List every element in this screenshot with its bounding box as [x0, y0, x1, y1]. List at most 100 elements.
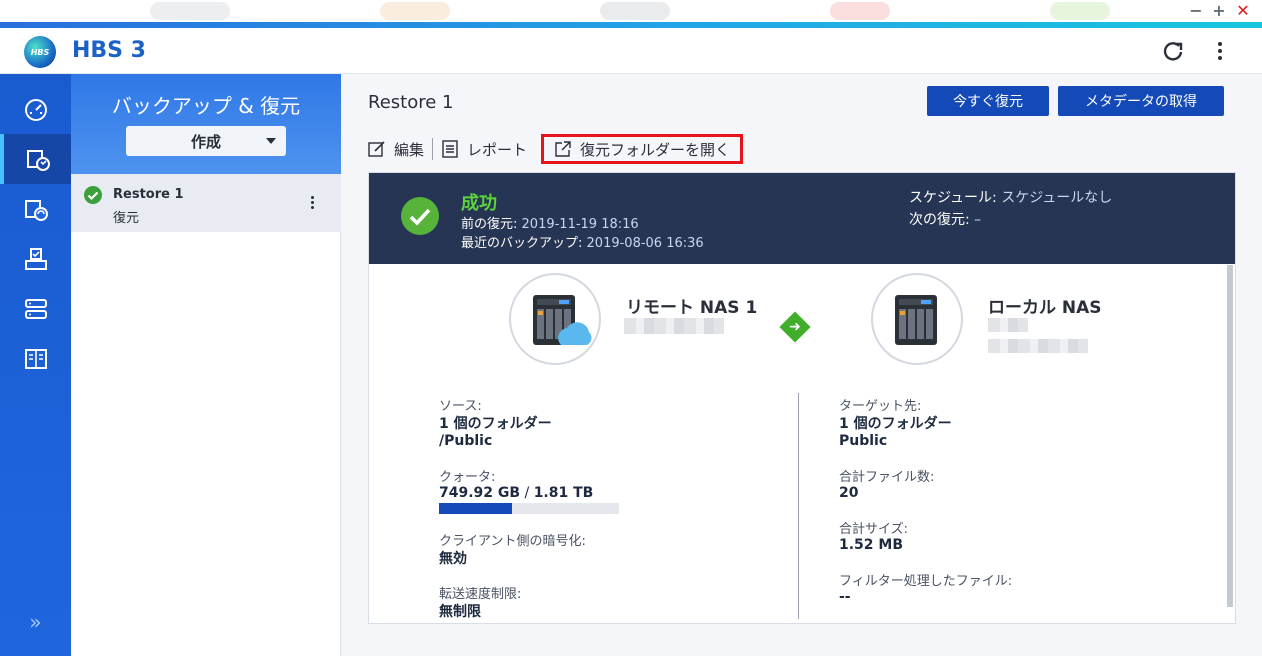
- rail-sync[interactable]: [0, 184, 71, 234]
- quota-value: 749.92 GB / 1.81 TB: [439, 485, 593, 501]
- job-list-panel: バックアップ & 復元 作成 Restore 1 復元: [71, 74, 341, 656]
- sync-icon: [24, 200, 48, 221]
- edit-label: 編集: [394, 140, 425, 159]
- schedule-label: スケジュール:: [909, 190, 997, 206]
- logo-text: HBS: [30, 47, 50, 57]
- next-restore-value: –: [974, 212, 982, 228]
- job-name: Restore 1: [113, 187, 184, 202]
- close-button[interactable]: ✕: [1234, 2, 1252, 20]
- app-header: HBS HBS 3: [0, 28, 1262, 74]
- blurred-background: [380, 2, 450, 20]
- column-divider: [798, 393, 799, 619]
- speed-limit-value: 無制限: [439, 604, 481, 620]
- success-check-icon: [84, 186, 102, 204]
- dashboard-icon: [24, 99, 47, 121]
- blurred-background: [1050, 2, 1110, 20]
- maximize-button[interactable]: +: [1210, 2, 1228, 20]
- previous-restore-value: 2019-11-19 18:16: [521, 217, 639, 232]
- nav-rail: »: [0, 74, 71, 656]
- remote-nas-icon: [509, 273, 601, 365]
- job-list-header: バックアップ & 復元 作成: [71, 74, 341, 174]
- page-title: Restore 1: [368, 92, 454, 113]
- quota-separator: /: [520, 485, 534, 501]
- create-label: 作成: [190, 132, 221, 151]
- target-nas-name: ローカル NAS: [988, 298, 1102, 318]
- open-folder-label: 復元フォルダーを開く: [580, 140, 731, 159]
- rail-backup-versions[interactable]: [0, 234, 71, 284]
- more-menu-icon[interactable]: [1210, 38, 1230, 64]
- storage-spaces-icon: [24, 299, 47, 319]
- next-restore-label: 次の復元:: [909, 212, 970, 228]
- report-button[interactable]: レポート: [433, 134, 535, 164]
- status-result: 成功: [461, 193, 497, 214]
- restore-now-button[interactable]: 今すぐ復元: [927, 86, 1049, 116]
- chevron-down-icon: [266, 138, 276, 144]
- filtered-files-value: --: [839, 589, 851, 605]
- report-label: レポート: [467, 140, 528, 159]
- target-label: ターゲット先:: [839, 399, 922, 414]
- scrollbar[interactable]: [1227, 265, 1233, 607]
- job-toolbar: 編集 レポート 復元フォルダーを開く: [368, 134, 744, 164]
- rail-dashboard[interactable]: [0, 84, 71, 134]
- source-folder-count: 1 個のフォルダー: [439, 416, 552, 432]
- external-link-icon: [555, 141, 571, 157]
- total-size-value: 1.52 MB: [839, 537, 904, 553]
- source-label: ソース:: [439, 399, 482, 414]
- panel-title: バックアップ & 復元: [111, 94, 301, 118]
- job-more-icon[interactable]: [309, 196, 315, 212]
- job-list-item[interactable]: Restore 1 復元: [71, 174, 341, 232]
- fetch-metadata-button[interactable]: メタデータの取得: [1058, 86, 1224, 116]
- speed-limit-label: 転送速度制限:: [439, 587, 522, 602]
- next-restore: 次の復元: –: [909, 209, 981, 229]
- file-count-label: 合計ファイル数:: [839, 470, 935, 485]
- previous-restore-label: 前の復元:: [461, 217, 518, 232]
- quota-used: 749.92 GB: [439, 485, 521, 501]
- schedule: スケジュール: スケジュールなし: [909, 187, 1112, 207]
- previous-restore: 前の復元: 2019-11-19 18:16: [461, 213, 639, 232]
- rail-storage-spaces[interactable]: [0, 284, 71, 334]
- services-icon: [24, 349, 47, 369]
- hbs-logo-icon: HBS: [24, 36, 56, 68]
- status-band: 成功 前の復元: 2019-11-19 18:16 最近のバックアップ: 201…: [369, 173, 1235, 264]
- encryption-value: 無効: [439, 551, 467, 567]
- redacted-address: [624, 318, 724, 334]
- window-titlebar: − + ✕: [0, 0, 1262, 22]
- redacted-name: [988, 318, 1028, 332]
- last-backup-value: 2019-08-06 16:36: [586, 236, 704, 251]
- redacted-address: [988, 339, 1088, 353]
- quota-total: 1.81 TB: [533, 485, 594, 501]
- blurred-background: [600, 2, 670, 20]
- quota-progress-bar: [439, 503, 619, 514]
- job-summary-card: 成功 前の復元: 2019-11-19 18:16 最近のバックアップ: 201…: [368, 172, 1236, 624]
- minimize-button[interactable]: −: [1187, 2, 1205, 20]
- schedule-value: スケジュールなし: [1001, 190, 1113, 206]
- source-nas-name: リモート NAS 1: [626, 298, 758, 318]
- last-backup-label: 最近のバックアップ:: [461, 236, 583, 251]
- target-folder-name: Public: [839, 433, 888, 449]
- restore-icon: [26, 150, 50, 171]
- quota-progress-fill: [439, 503, 512, 514]
- job-type: 復元: [113, 211, 140, 226]
- report-icon: [442, 140, 458, 158]
- arrow-right-icon: ➜: [789, 319, 801, 335]
- edit-icon: [368, 141, 385, 157]
- refresh-icon[interactable]: [1160, 38, 1186, 64]
- rail-services[interactable]: [0, 334, 71, 384]
- total-size-label: 合計サイズ:: [839, 522, 908, 537]
- job-detail: Restore 1 今すぐ復元 メタデータの取得 編集 レポート 復元フォルダー…: [342, 74, 1262, 656]
- expand-rail-icon[interactable]: »: [0, 610, 71, 634]
- open-restore-folder-button[interactable]: 復元フォルダーを開く: [541, 134, 744, 164]
- source-folder-path: /Public: [439, 433, 493, 449]
- backup-versions-icon: [24, 248, 47, 270]
- rail-restore[interactable]: [0, 134, 71, 184]
- create-button[interactable]: 作成: [126, 126, 286, 156]
- file-count-value: 20: [839, 485, 859, 501]
- target-folder-count: 1 個のフォルダー: [839, 416, 952, 432]
- edit-button[interactable]: 編集: [368, 134, 432, 164]
- success-check-icon: [401, 197, 439, 235]
- app-title: HBS 3: [72, 38, 146, 63]
- quota-label: クォータ:: [439, 470, 496, 485]
- filtered-files-label: フィルター処理したファイル:: [839, 574, 1013, 589]
- blurred-background: [150, 2, 230, 20]
- blurred-background: [830, 2, 890, 20]
